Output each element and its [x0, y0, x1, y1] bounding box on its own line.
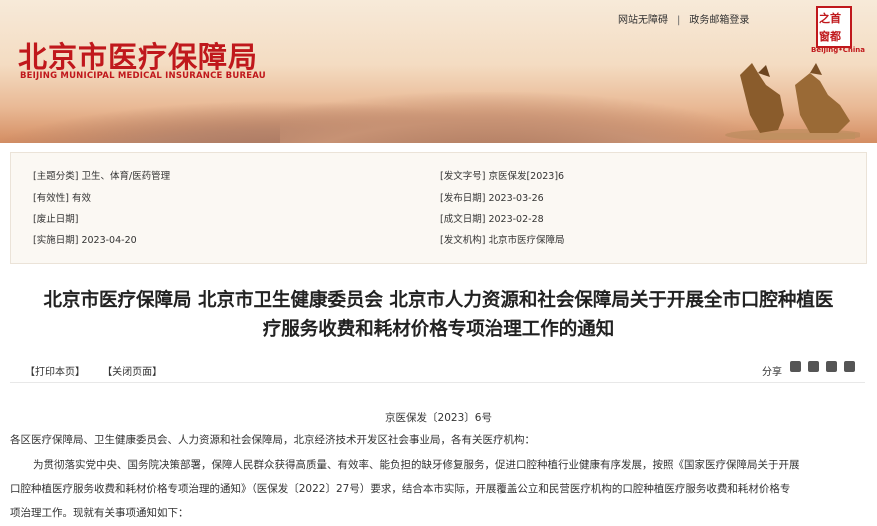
- info-value: 北京市医疗保障局: [488, 235, 565, 246]
- weixin-icon[interactable]: [790, 361, 801, 372]
- svg-text:之首: 之首: [819, 11, 841, 25]
- info-label: [发布日期]: [440, 193, 486, 204]
- mail-login-link[interactable]: 政务邮箱登录: [689, 11, 749, 26]
- paragraph-body-line: 为贯彻落实党中央、国务院决策部署，保障人民群众获得高质量、有效率、能负担的缺牙修…: [33, 459, 800, 471]
- info-validity: [有效性] 有效: [33, 190, 91, 204]
- paragraph-addressee: 各区医疗保障局、卫生健康委员会、人力资源和社会保障局，北京经济技术开发区社会事业…: [10, 434, 535, 446]
- svg-text:窗都: 窗都: [819, 29, 841, 43]
- info-value: 有效: [71, 193, 91, 204]
- article-title-line: 疗服务收费和耗材价格专项治理工作的通知: [262, 319, 615, 340]
- article-title-line: 北京市医疗保障局 北京市卫生健康委员会 北京市人力资源和社会保障局关于开展全市口…: [43, 290, 834, 311]
- document-number: 京医保发〔2023〕6号: [385, 412, 492, 424]
- info-issuer: [发文机构] 北京市医疗保障局: [440, 232, 564, 246]
- site-title: 北京市医疗保障局: [18, 40, 259, 74]
- logo-caption: Beijing•China: [811, 46, 865, 54]
- info-label: [成文日期]: [440, 214, 486, 225]
- share-label: 分享: [762, 367, 782, 378]
- paragraph-body-line: 口腔种植医疗服务收费和耗材价格专项治理的通知》（医保发〔2022〕27号）要求，…: [10, 483, 791, 495]
- info-value: 京医保发[2023]6: [488, 171, 565, 182]
- header-banner: 北京市医疗保障局 BEIJING MUNICIPAL MEDICAL INSUR…: [0, 0, 877, 143]
- weibo-icon[interactable]: [808, 361, 819, 372]
- info-abolish-date: [废止日期]: [33, 211, 78, 225]
- info-value: 2023-03-26: [488, 193, 544, 204]
- capital-logo: 之首 窗都 Beijing•China: [811, 6, 865, 54]
- info-label: [实施日期]: [33, 235, 79, 246]
- accessibility-link[interactable]: 网站无障碍: [618, 11, 668, 26]
- info-value: 2023-04-20: [81, 235, 137, 246]
- paragraph-body-line: 项治理工作。现就有关事项通知如下：: [10, 507, 189, 519]
- info-value: 卫生、体育/医药管理: [81, 171, 171, 182]
- info-label: [废止日期]: [33, 214, 79, 225]
- info-written-date: [成文日期] 2023-02-28: [440, 211, 544, 225]
- info-publish-date: [发布日期] 2023-03-26: [440, 190, 544, 204]
- info-label: [发文字号]: [440, 171, 486, 182]
- info-effective-date: [实施日期] 2023-04-20: [33, 232, 137, 246]
- info-label: [主题分类]: [33, 171, 79, 182]
- close-page-link[interactable]: 【关闭页面】: [102, 367, 162, 378]
- font-size-icon[interactable]: [844, 361, 855, 372]
- info-label: [发文机构]: [440, 235, 486, 246]
- top-links: 网站无障碍 | 政务邮箱登录: [618, 11, 749, 26]
- info-doc-number: [发文字号] 京医保发[2023]6: [440, 168, 564, 182]
- qrcode-icon[interactable]: [826, 361, 837, 372]
- site-title-en: BEIJING MUNICIPAL MEDICAL INSURANCE BURE…: [20, 71, 266, 81]
- info-subject: [主题分类] 卫生、体育/医药管理: [33, 168, 170, 182]
- info-label: [有效性]: [33, 193, 69, 204]
- horse-statue-image: [725, 63, 860, 140]
- article-title: 北京市医疗保障局 北京市卫生健康委员会 北京市人力资源和社会保障局关于开展全市口…: [0, 286, 877, 344]
- print-page-link[interactable]: 【打印本页】: [25, 367, 85, 378]
- info-value: 2023-02-28: [488, 214, 544, 225]
- page-toolbar: 【打印本页】 【关闭页面】: [25, 363, 176, 378]
- divider: [10, 382, 865, 383]
